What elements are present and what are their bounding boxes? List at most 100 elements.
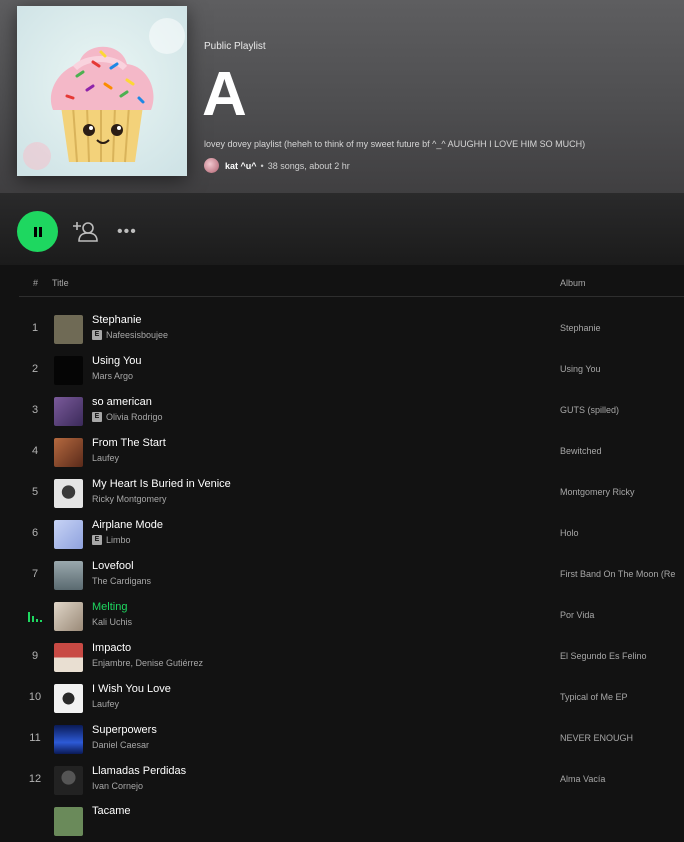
track-artist[interactable]: Laufey	[92, 453, 119, 463]
track-row[interactable]: 10 I Wish You Love Laufey Typical of Me …	[0, 678, 684, 719]
column-title[interactable]: Title	[52, 278, 69, 288]
track-number: 5	[31, 486, 39, 498]
more-options-icon[interactable]: •••	[117, 223, 137, 241]
track-album[interactable]: Por Vida	[560, 610, 594, 620]
track-number: 6	[31, 527, 39, 539]
track-artist-line: Daniel Caesar	[92, 740, 149, 750]
track-number: 4	[31, 445, 39, 457]
track-artist-line: Ricky Montgomery	[92, 494, 167, 504]
track-album[interactable]: NEVER ENOUGH	[560, 733, 633, 743]
track-title[interactable]: My Heart Is Buried in Venice	[92, 478, 231, 490]
track-album[interactable]: GUTS (spilled)	[560, 405, 619, 415]
track-number: 3	[31, 404, 39, 416]
track-row[interactable]: 1 Stephanie E Nafeesisboujee Stephanie	[0, 309, 684, 350]
album-art	[54, 561, 83, 590]
track-row[interactable]: 11 Superpowers Daniel Caesar NEVER ENOUG…	[0, 719, 684, 760]
track-artist[interactable]: Ivan Cornejo	[92, 781, 143, 791]
explicit-badge: E	[92, 535, 102, 545]
track-artist[interactable]: Olivia Rodrigo	[106, 412, 163, 422]
track-list-header: # Title Album	[19, 268, 684, 297]
track-album[interactable]: Montgomery Ricky	[560, 487, 635, 497]
album-art	[54, 438, 83, 467]
album-art	[54, 520, 83, 549]
pause-icon	[33, 226, 42, 237]
album-art	[54, 725, 83, 754]
album-art	[54, 315, 83, 344]
meta-separator: •	[260, 160, 264, 171]
track-album[interactable]: Holo	[560, 528, 579, 538]
track-title[interactable]: From The Start	[92, 437, 166, 449]
track-artist-line: Laufey	[92, 453, 119, 463]
track-artist[interactable]: Kali Uchis	[92, 617, 132, 627]
album-art	[54, 766, 83, 795]
album-art	[54, 397, 83, 426]
track-album[interactable]: Using You	[560, 364, 601, 374]
track-number: 2	[31, 363, 39, 375]
track-title[interactable]: so american	[92, 396, 152, 408]
track-row[interactable]: Tacame	[0, 801, 684, 842]
column-album[interactable]: Album	[560, 278, 586, 288]
track-title[interactable]: Impacto	[92, 642, 131, 654]
owner-name[interactable]: kat ^u^	[225, 161, 257, 171]
track-artist-line: Mars Argo	[92, 371, 133, 381]
track-number: 9	[31, 650, 39, 662]
track-album[interactable]: Alma Vacía	[560, 774, 605, 784]
track-artist[interactable]: Ricky Montgomery	[92, 494, 167, 504]
track-artist[interactable]: Limbo	[106, 535, 131, 545]
track-number: 7	[31, 568, 39, 580]
track-album[interactable]: El Segundo Es Felino	[560, 651, 647, 661]
track-artist-line: Laufey	[92, 699, 119, 709]
track-artist[interactable]: The Cardigans	[92, 576, 151, 586]
add-user-icon[interactable]	[73, 218, 99, 244]
track-artist[interactable]: Laufey	[92, 699, 119, 709]
track-row[interactable]: 5 My Heart Is Buried in Venice Ricky Mon…	[0, 473, 684, 514]
track-title[interactable]: Superpowers	[92, 724, 157, 736]
track-row[interactable]: 9 Impacto Enjambre, Denise Gutiérrez El …	[0, 637, 684, 678]
track-artist-line: E Limbo	[92, 535, 131, 545]
track-album[interactable]: Typical of Me EP	[560, 692, 628, 702]
playlist-stats: 38 songs, about 2 hr	[267, 160, 350, 171]
album-art	[54, 602, 83, 631]
track-album[interactable]: Bewitched	[560, 446, 602, 456]
column-number: #	[33, 278, 39, 288]
track-artist[interactable]: Nafeesisboujee	[106, 330, 168, 340]
playlist-title: A	[202, 60, 247, 129]
track-artist-line: Ivan Cornejo	[92, 781, 143, 791]
track-title[interactable]: Lovefool	[92, 560, 134, 572]
track-row[interactable]: 3 so american E Olivia Rodrigo GUTS (spil…	[0, 391, 684, 432]
track-artist-line: E Olivia Rodrigo	[92, 412, 163, 422]
album-art	[54, 643, 83, 672]
track-number: 1	[31, 322, 39, 334]
playlist-cover-image[interactable]	[17, 6, 187, 176]
now-playing-equalizer-icon	[28, 612, 42, 622]
track-title[interactable]: Tacame	[92, 805, 131, 817]
track-title[interactable]: Llamadas Perdidas	[92, 765, 186, 777]
track-title[interactable]: Stephanie	[92, 314, 142, 326]
track-title[interactable]: I Wish You Love	[92, 683, 171, 695]
track-artist[interactable]: Daniel Caesar	[92, 740, 149, 750]
explicit-badge: E	[92, 412, 102, 422]
album-art	[54, 479, 83, 508]
track-number: 12	[28, 773, 42, 785]
track-title[interactable]: Melting	[92, 601, 127, 613]
playlist-description: lovey dovey playlist (heheh to think of …	[204, 139, 586, 149]
track-row[interactable]: 6 Airplane Mode E Limbo Holo	[0, 514, 684, 555]
track-artist[interactable]: Mars Argo	[92, 371, 133, 381]
track-title[interactable]: Airplane Mode	[92, 519, 163, 531]
playlist-meta: kat ^u^ • 38 songs, about 2 hr	[204, 158, 350, 173]
album-art	[54, 807, 83, 836]
track-row[interactable]: 2 Using You Mars Argo Using You	[0, 350, 684, 391]
pause-button[interactable]	[17, 211, 58, 252]
track-row[interactable]: 4 From The Start Laufey Bewitched	[0, 432, 684, 473]
playlist-header: Public Playlist A lovey dovey playlist (…	[0, 0, 684, 193]
track-artist[interactable]: Enjambre, Denise Gutiérrez	[92, 658, 203, 668]
track-album[interactable]: Stephanie	[560, 323, 601, 333]
owner-avatar[interactable]	[204, 158, 219, 173]
track-artist-line: Kali Uchis	[92, 617, 132, 627]
track-row[interactable]: 7 Lovefool The Cardigans First Band On T…	[0, 555, 684, 596]
track-row[interactable]: 12 Llamadas Perdidas Ivan Cornejo Alma V…	[0, 760, 684, 801]
track-album[interactable]: First Band On The Moon (Re	[560, 569, 675, 579]
track-title[interactable]: Using You	[92, 355, 142, 367]
track-row[interactable]: Melting Kali Uchis Por Vida	[0, 596, 684, 637]
album-art	[54, 684, 83, 713]
